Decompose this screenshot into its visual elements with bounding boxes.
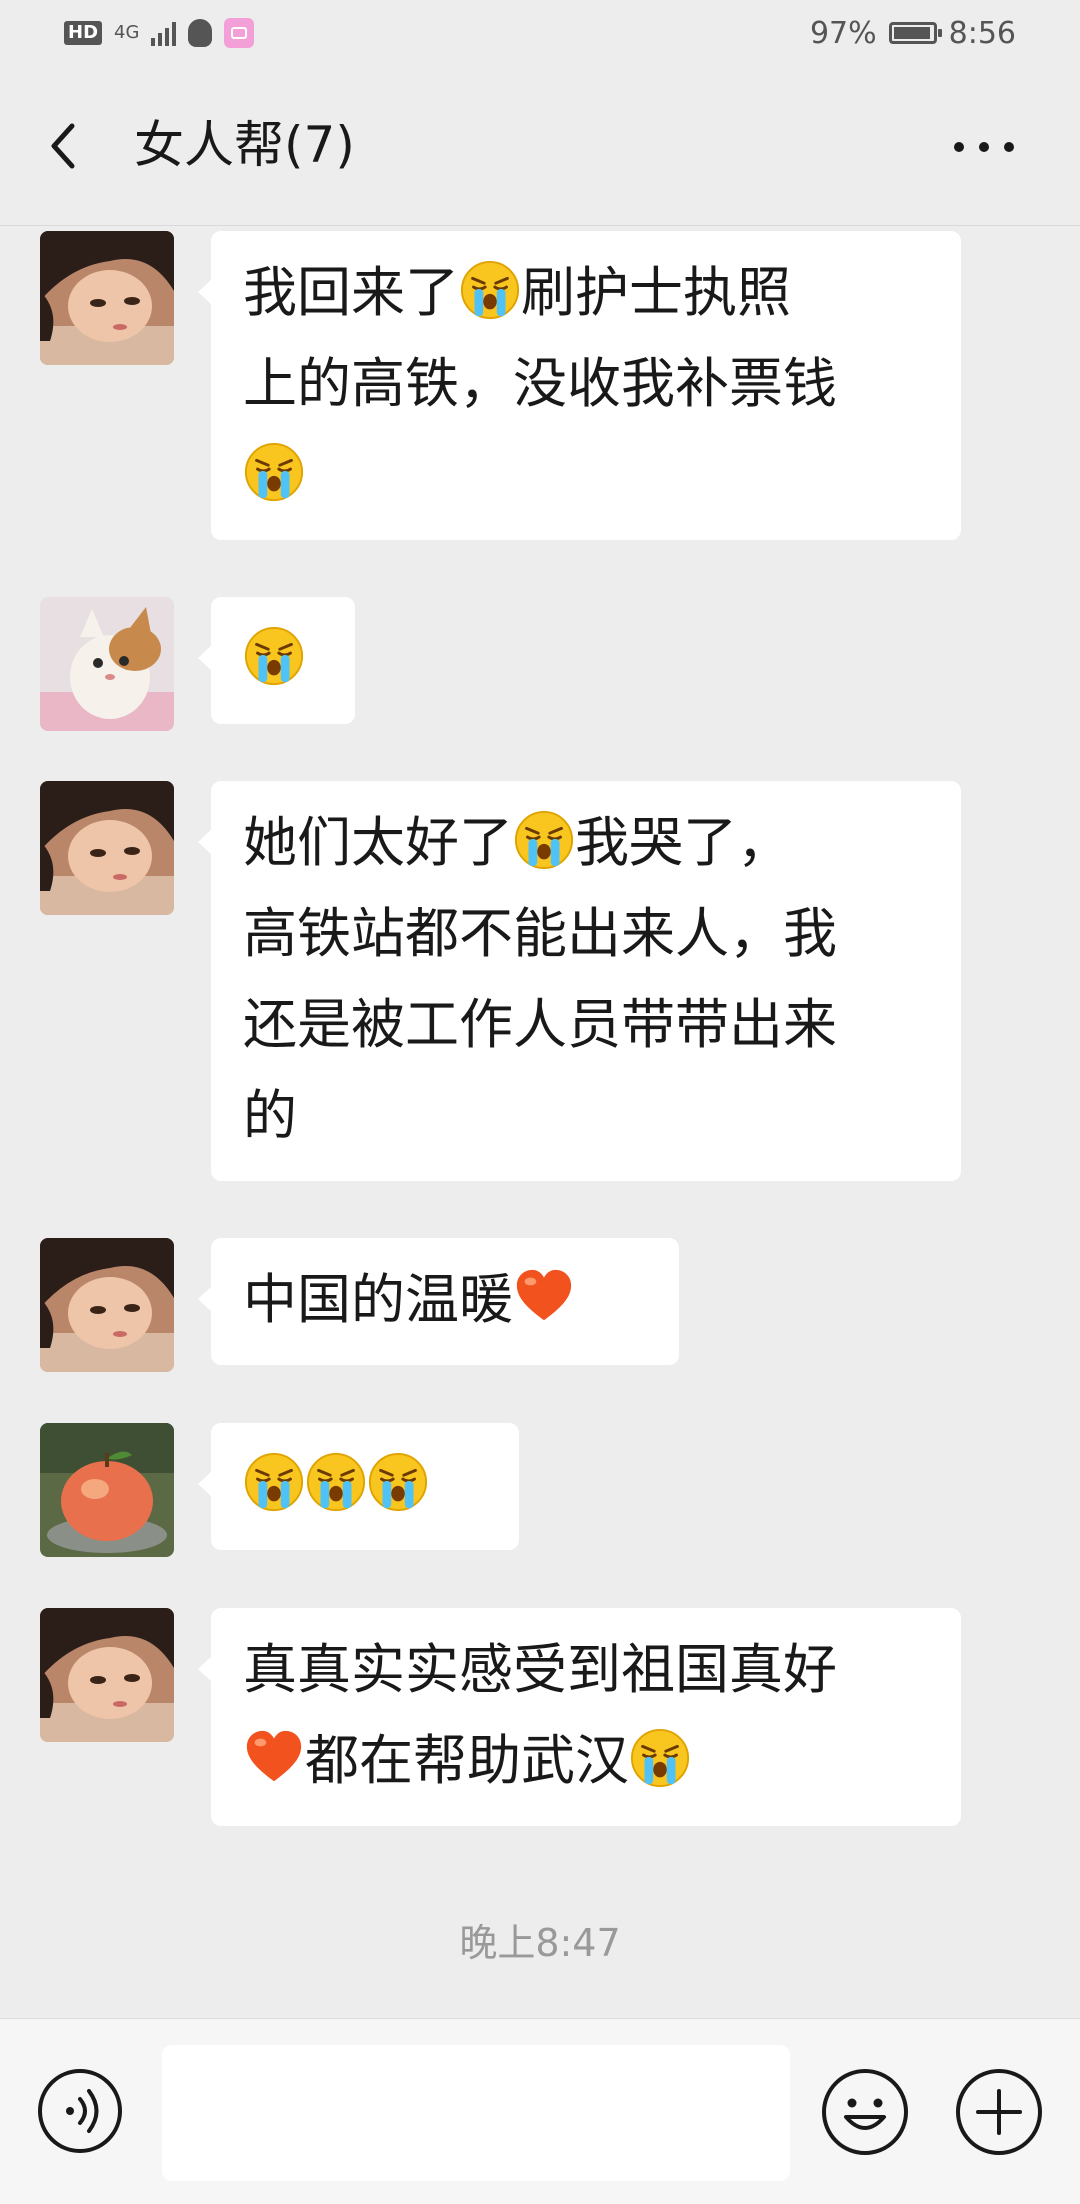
message-text: 真真实实感受到祖国真好: [243, 1638, 837, 1701]
message-bubble[interactable]: 真真实实感受到祖国真好都在帮助武汉: [198, 1608, 961, 1826]
message-text: 她们太好了: [243, 811, 513, 874]
heart-emoji-icon: [246, 1730, 302, 1782]
chat-header: 女人帮(7): [0, 66, 1080, 226]
crying-emoji-icon: [460, 260, 520, 320]
message-bubble[interactable]: [198, 597, 355, 724]
message-timestamp: 晚上8:47: [459, 1921, 621, 1965]
message-text: 我哭了，: [575, 811, 791, 874]
battery-icon: [888, 22, 942, 44]
signal-icon: [151, 20, 177, 46]
girl-avatar[interactable]: [40, 1238, 174, 1372]
message-input[interactable]: [162, 2045, 790, 2181]
crying-emoji-icon: [244, 1452, 304, 1512]
crying-emoji-icon: [306, 1452, 366, 1512]
message-bubble[interactable]: [198, 1423, 519, 1550]
message-text: 上的高铁，没收我补票钱: [243, 352, 837, 415]
network-type: 4G: [114, 22, 140, 43]
apple-avatar[interactable]: [40, 1423, 174, 1557]
voice-icon[interactable]: [36, 2067, 124, 2155]
message-bubble[interactable]: 她们太好了 我哭了， 高铁站都不能出来人，我 还是被工作人员带带出来的: [198, 781, 961, 1181]
emoji-icon[interactable]: [820, 2067, 910, 2157]
message-text: 刷护士执照: [521, 261, 791, 324]
message-bubble[interactable]: 中国的温暖: [198, 1238, 679, 1365]
hd-badge: HD: [64, 21, 103, 45]
crying-emoji-icon: [244, 442, 304, 502]
status-bar: HD 4G 97% 8:56: [0, 0, 1080, 66]
girl-avatar[interactable]: [40, 1608, 174, 1742]
qq-icon: [188, 19, 213, 47]
crying-emoji-icon: [244, 626, 304, 686]
message-text: 都在帮助武汉: [305, 1729, 629, 1792]
input-bar: [0, 2018, 1080, 2204]
crying-emoji-icon: [514, 810, 574, 870]
status-icons-right: 97% 8:56: [810, 16, 1016, 51]
battery-percent: 97%: [809, 15, 877, 51]
more-icon[interactable]: [952, 140, 1016, 154]
camera-app-icon: [224, 18, 255, 48]
cat-avatar[interactable]: [40, 597, 174, 731]
girl-avatar[interactable]: [40, 231, 174, 365]
crying-emoji-icon: [630, 1728, 690, 1788]
clock: 8:56: [948, 15, 1016, 51]
message-text: 中国的温暖: [243, 1268, 513, 1331]
message-text: 高铁站都不能出来人，我: [243, 902, 837, 965]
message-text: 我回来了: [243, 261, 459, 324]
message-text: 还是被工作人员带带出来: [243, 993, 837, 1056]
heart-emoji-icon: [516, 1269, 572, 1321]
crying-emoji-icon: [368, 1452, 428, 1512]
plus-icon[interactable]: [954, 2067, 1044, 2157]
chat-title: 女人帮(7): [134, 116, 355, 174]
message-bubble[interactable]: 我回来了 刷护士执照上的高铁，没收我补票钱: [198, 231, 961, 540]
girl-avatar[interactable]: [40, 781, 174, 915]
back-arrow-icon[interactable]: [44, 116, 84, 176]
message-text: 的: [243, 1084, 297, 1147]
status-icons-left: HD 4G: [64, 18, 255, 48]
